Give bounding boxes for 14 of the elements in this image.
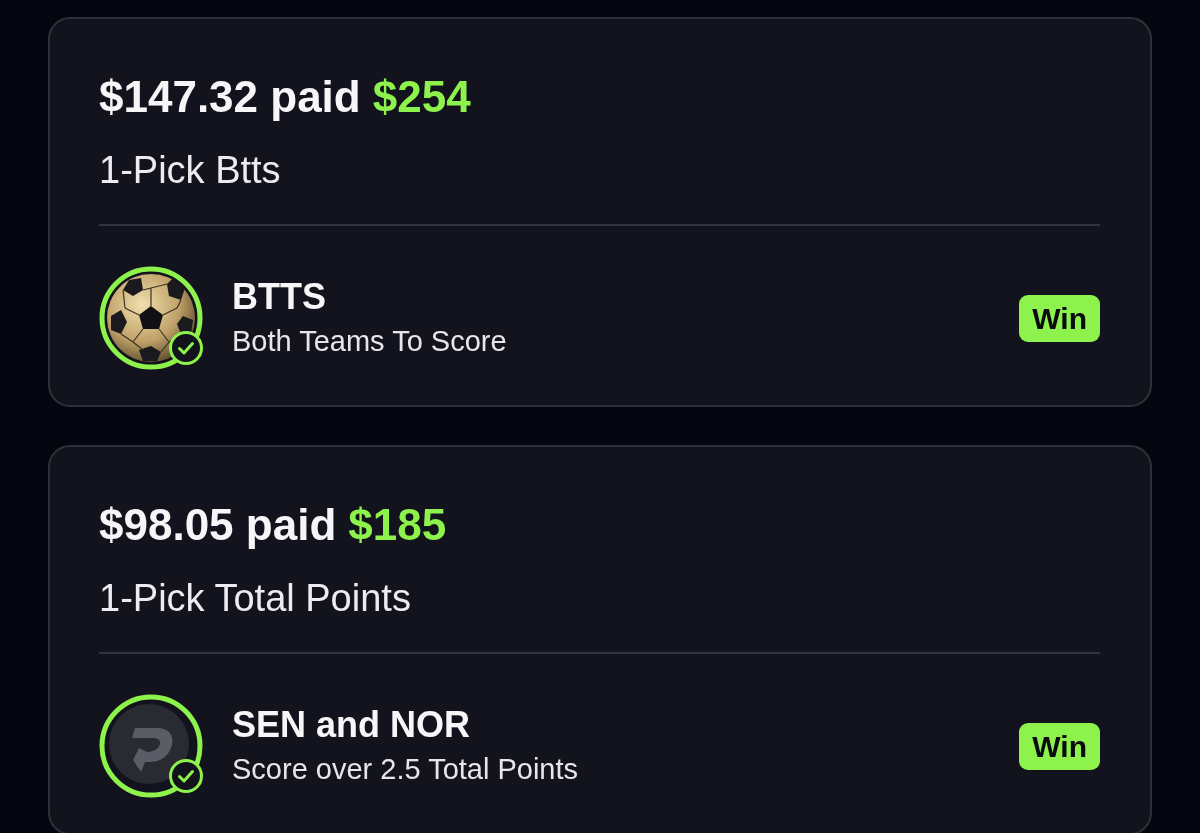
pick-title: BTTS	[232, 276, 327, 318]
payout-amount: $254	[372, 71, 471, 123]
pick-title: SEN and NOR	[232, 704, 472, 746]
stake-amount: $98.05 paid	[99, 499, 337, 551]
win-badge: Win	[1019, 722, 1100, 770]
logo-icon	[99, 694, 203, 798]
win-badge: Win	[1019, 294, 1100, 342]
pick-description: Both Teams To Score	[232, 324, 508, 359]
bet-type-label: 1-Pick Btts	[99, 148, 282, 192]
pick-description: Score over 2.5 Total Points	[232, 752, 580, 787]
payout-amount: $185	[348, 499, 447, 551]
soccer-ball-icon	[99, 266, 203, 370]
bet-type-label: 1-Pick Total Points	[99, 576, 412, 620]
stake-amount: $147.32 paid	[99, 71, 361, 123]
